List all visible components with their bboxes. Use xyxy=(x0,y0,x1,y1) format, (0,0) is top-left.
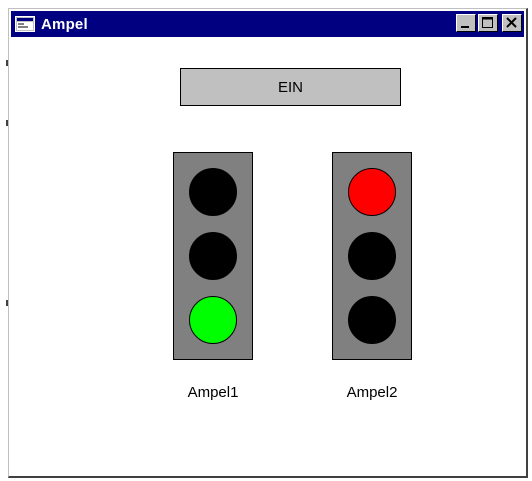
traffic-light-2[interactable] xyxy=(332,152,412,360)
lamp-bottom xyxy=(189,296,237,344)
minimize-icon xyxy=(461,26,469,28)
lamp-middle xyxy=(348,232,396,280)
close-button[interactable] xyxy=(502,14,522,32)
close-icon xyxy=(506,17,517,28)
minimize-button[interactable] xyxy=(456,14,476,32)
traffic-light-2-label: Ampel2 xyxy=(346,384,398,401)
title-bar[interactable]: Ampel xyxy=(11,11,524,37)
lamp-bottom xyxy=(348,296,396,344)
traffic-light-1[interactable] xyxy=(173,152,253,360)
lamp-top xyxy=(189,168,237,216)
maximize-button[interactable] xyxy=(478,14,498,32)
window-title: Ampel xyxy=(41,15,88,33)
lamp-middle xyxy=(189,232,237,280)
lamp-top xyxy=(348,168,396,216)
window-controls xyxy=(456,14,522,32)
traffic-light-1-label: Ampel1 xyxy=(187,384,239,401)
maximize-icon xyxy=(482,17,493,28)
ein-button[interactable]: EIN xyxy=(180,68,401,106)
app-window-icon[interactable] xyxy=(14,15,36,33)
